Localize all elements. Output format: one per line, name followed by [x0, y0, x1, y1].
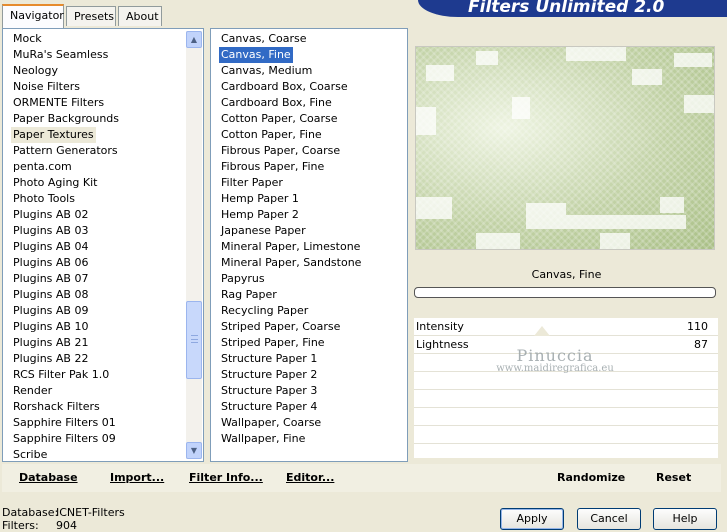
status-filters-label: Filters: — [2, 519, 39, 532]
filter-list-item[interactable]: Canvas, Fine — [218, 46, 294, 64]
param-row-empty — [414, 372, 718, 390]
database-button[interactable]: Database — [19, 471, 78, 484]
param-row-intensity[interactable]: Intensity 110 — [414, 318, 718, 336]
filter-list-item[interactable]: Structure Paper 2 — [219, 367, 319, 383]
category-list-item[interactable]: Neology — [11, 63, 60, 79]
category-list-item[interactable]: Plugins AB 21 — [11, 335, 90, 351]
category-list-item[interactable]: Noise Filters — [11, 79, 82, 95]
category-list-item[interactable]: Sapphire Filters 09 — [11, 431, 118, 447]
filter-list-item[interactable]: Wallpaper, Coarse — [219, 415, 323, 431]
param-label: Intensity — [416, 320, 464, 333]
filter-list-item[interactable]: Striped Paper, Fine — [219, 335, 327, 351]
category-list-item[interactable]: Plugins AB 08 — [11, 287, 90, 303]
param-row-empty — [414, 426, 718, 444]
scroll-up-button[interactable]: ▲ — [186, 31, 202, 48]
category-list-item[interactable]: ORMENTE Filters — [11, 95, 106, 111]
filter-list-item[interactable]: Canvas, Medium — [219, 63, 314, 79]
category-list-item[interactable]: Plugins AB 02 — [11, 207, 90, 223]
category-scrollbar[interactable]: ▲ ▼ — [186, 31, 202, 459]
category-list-item[interactable]: Scribe — [11, 447, 49, 461]
app-banner-title: Filters Unlimited 2.0 — [418, 0, 727, 17]
filter-list-item[interactable]: Structure Paper 3 — [219, 383, 319, 399]
randomize-button[interactable]: Randomize — [557, 471, 625, 484]
filter-list-item[interactable]: Cotton Paper, Fine — [219, 127, 324, 143]
category-list-item[interactable]: Paper Backgrounds — [11, 111, 121, 127]
category-list-item[interactable]: Plugins AB 07 — [11, 271, 90, 287]
filter-list-item[interactable]: Papyrus — [219, 271, 267, 287]
selected-filter-name: Canvas, Fine — [531, 268, 602, 281]
filter-list-item[interactable]: Cotton Paper, Coarse — [219, 111, 340, 127]
scroll-down-button[interactable]: ▼ — [186, 442, 202, 459]
filter-list-item[interactable]: Canvas, Coarse — [219, 31, 309, 47]
category-list-item[interactable]: penta.com — [11, 159, 74, 175]
category-list-item[interactable]: Plugins AB 04 — [11, 239, 90, 255]
param-row-empty — [414, 408, 718, 426]
reset-button[interactable]: Reset — [656, 471, 691, 484]
filter-preview-image — [415, 46, 715, 250]
filter-list-item[interactable]: Japanese Paper — [219, 223, 308, 239]
category-list-item[interactable]: Mock — [11, 31, 44, 47]
scroll-thumb[interactable] — [186, 301, 202, 379]
preview-panel: Canvas, Fine Intensity 110 Lightness 87 — [412, 28, 721, 462]
category-list-item[interactable]: Plugins AB 22 — [11, 351, 90, 367]
param-label: Lightness — [416, 338, 469, 351]
category-list-item[interactable]: Sapphire Filters 01 — [11, 415, 118, 431]
watermark: Pinuccia www.maidiregrafica.eu — [490, 346, 620, 374]
filter-list-item[interactable]: Rag Paper — [219, 287, 279, 303]
filter-info-button[interactable]: Filter Info... — [189, 471, 263, 484]
param-value: 87 — [694, 338, 708, 351]
filter-list-item[interactable]: Recycling Paper — [219, 303, 310, 319]
filter-list-item[interactable]: Structure Paper 1 — [219, 351, 319, 367]
filter-list-item[interactable]: Cardboard Box, Fine — [219, 95, 334, 111]
progress-bar — [414, 287, 716, 298]
filter-list-item[interactable]: Structure Paper 4 — [219, 399, 319, 415]
bottom-toolbar: Database Import... Filter Info... Editor… — [2, 464, 721, 492]
category-list-item[interactable]: Plugins AB 03 — [11, 223, 90, 239]
status-filters: Filters: 904 — [2, 519, 77, 532]
category-list: Mock MuRa's Seamless Neology Noise Filters O… — [2, 28, 204, 462]
filter-list-item[interactable]: Fibrous Paper, Fine — [219, 159, 326, 175]
filter-list-item[interactable]: Striped Paper, Coarse — [219, 319, 342, 335]
category-list-item[interactable]: Paper Textures — [11, 127, 96, 143]
filter-list-item[interactable]: Fibrous Paper, Coarse — [219, 143, 342, 159]
editor-button[interactable]: Editor... — [286, 471, 334, 484]
param-value: 110 — [687, 320, 708, 333]
category-list-item[interactable]: Plugins AB 09 — [11, 303, 90, 319]
watermark-url: www.maidiregrafica.eu — [496, 363, 614, 374]
tab-navigator[interactable]: Navigator — [2, 4, 64, 28]
category-list-item[interactable]: Pattern Generators — [11, 143, 120, 159]
param-row-empty — [414, 390, 718, 408]
tab-about[interactable]: About — [118, 6, 162, 26]
filter-list-item[interactable]: Mineral Paper, Limestone — [219, 239, 362, 255]
tab-presets[interactable]: Presets — [66, 6, 116, 26]
filter-list-item[interactable]: Hemp Paper 2 — [219, 207, 301, 223]
category-list-item[interactable]: RCS Filter Pak 1.0 — [11, 367, 111, 383]
help-button[interactable]: Help — [653, 508, 717, 530]
category-list-item[interactable]: Rorshack Filters — [11, 399, 102, 415]
import-button[interactable]: Import... — [110, 471, 164, 484]
status-database: Database: ICNET-Filters — [2, 506, 125, 519]
filter-list-item[interactable]: Wallpaper, Fine — [219, 431, 307, 447]
status-filters-value: 904 — [56, 519, 77, 532]
category-list-item[interactable]: Plugins AB 10 — [11, 319, 90, 335]
filter-list-item[interactable]: Cardboard Box, Coarse — [219, 79, 350, 95]
parameter-list: Intensity 110 Lightness 87 — [414, 318, 718, 458]
status-database-value: ICNET-Filters — [56, 506, 125, 519]
category-list-item[interactable]: Plugins AB 06 — [11, 255, 90, 271]
filter-list-item[interactable]: Mineral Paper, Sandstone — [219, 255, 363, 271]
status-database-label: Database: — [2, 506, 59, 519]
filter-list-item[interactable]: Hemp Paper 1 — [219, 191, 301, 207]
category-list-item[interactable]: Photo Tools — [11, 191, 77, 207]
apply-button[interactable]: Apply — [500, 508, 564, 530]
category-list-item[interactable]: Render — [11, 383, 54, 399]
cancel-button[interactable]: Cancel — [577, 508, 641, 530]
category-list-item[interactable]: MuRa's Seamless — [11, 47, 110, 63]
filter-list-item[interactable]: Filter Paper — [219, 175, 285, 191]
filter-list: Canvas, Coarse Canvas, Fine Canvas, Medium… — [210, 28, 408, 462]
category-list-item[interactable]: Photo Aging Kit — [11, 175, 99, 191]
